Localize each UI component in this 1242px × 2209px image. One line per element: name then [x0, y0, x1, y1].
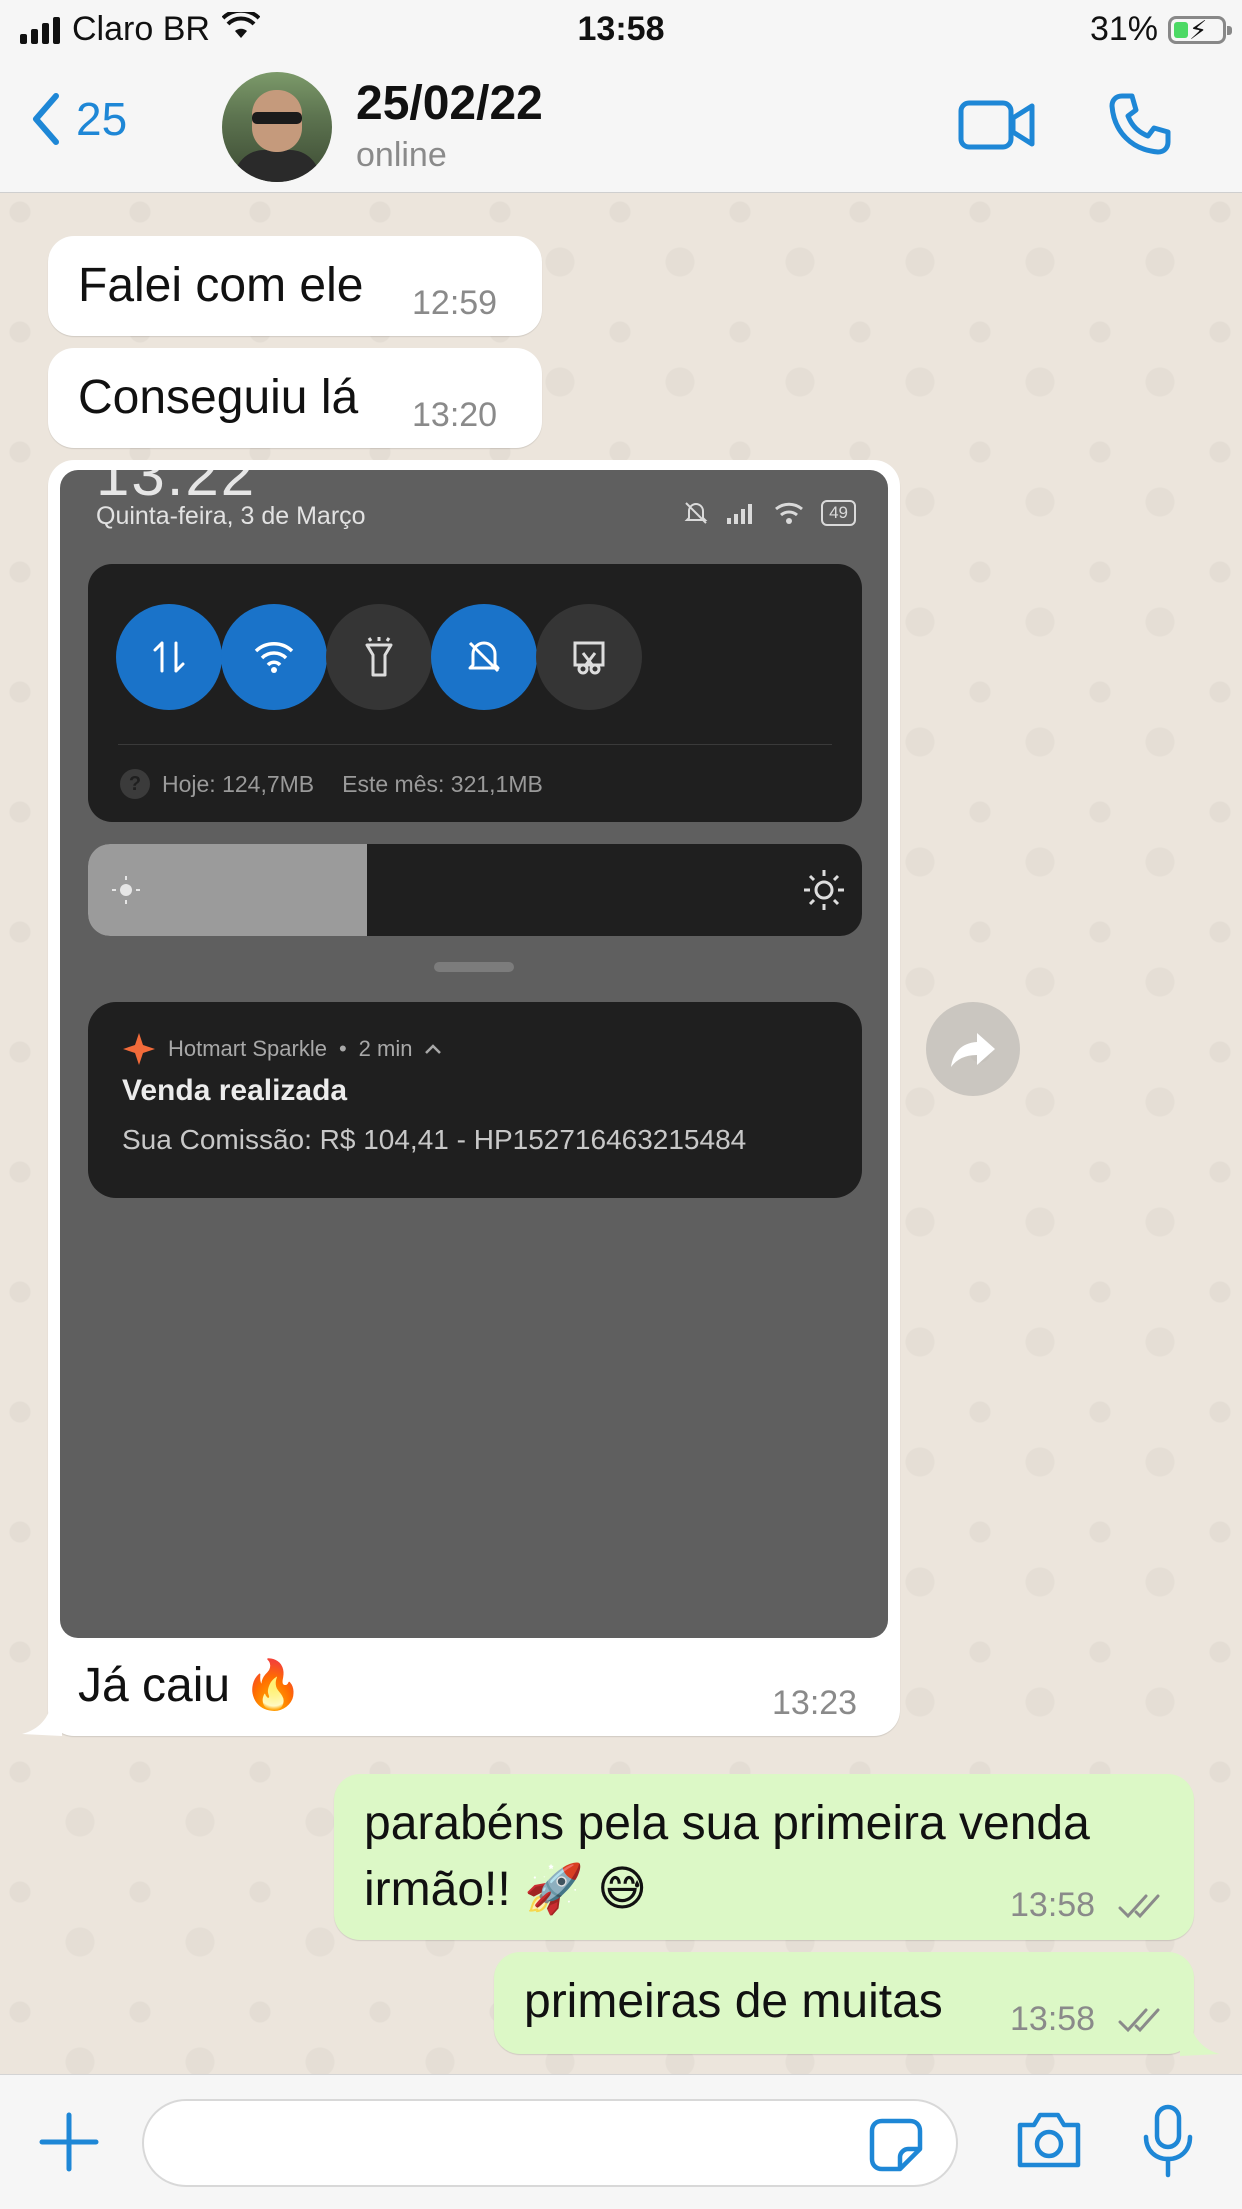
notification-app-name: Hotmart Sparkle [168, 1036, 327, 1061]
wifi-toggle[interactable] [221, 604, 327, 710]
double-check-icon [1118, 1894, 1160, 1919]
forward-icon [951, 1033, 995, 1067]
message-time: 12:59 [412, 284, 498, 322]
brightness-low-icon [112, 876, 140, 904]
message-input[interactable] [142, 2099, 958, 2187]
status-bar-right: 31% ⚡ [1089, 10, 1232, 49]
wifi-icon [254, 642, 294, 673]
brightness-slider[interactable] [88, 844, 862, 936]
message-bubble-outgoing[interactable]: parabéns pela sua primeira venda irmão!!… [334, 1774, 1194, 1940]
battery-charging-icon: ⚡ [1168, 15, 1232, 45]
chevron-left-icon [33, 93, 59, 145]
notification-card[interactable]: Hotmart Sparkle • 2 min Venda realizada … [88, 1002, 862, 1198]
notification-age: 2 min [358, 1036, 413, 1061]
message-text-line1: parabéns pela sua primeira venda [364, 1797, 1090, 1850]
forward-button[interactable] [926, 1002, 1020, 1096]
sticker-icon[interactable] [868, 2117, 924, 2173]
message-text: primeiras de muitas [524, 1975, 943, 2028]
message-time: 13:58 [1010, 1886, 1096, 1924]
data-today: Hoje: 124,7MB [162, 770, 315, 797]
notification-separator: • [338, 1036, 347, 1061]
phone-call-icon[interactable] [1108, 92, 1172, 156]
status-bar: Claro BR 13:58 31% ⚡ [0, 0, 1242, 62]
data-usage: ? Hoje: 124,7MB Este mês: 321,1MB [120, 769, 543, 799]
back-button[interactable]: 25 [30, 92, 127, 146]
message-bubble-outgoing[interactable]: primeiras de muitas 13:58 [494, 1952, 1194, 2054]
status-time: 13:58 [577, 10, 665, 48]
bell-off-icon [684, 502, 708, 524]
brightness-high-icon [804, 870, 844, 910]
screenshot-date: Quinta-feira, 3 de Março [96, 502, 366, 530]
signal-icon [727, 504, 753, 524]
message-time: 13:58 [1010, 2000, 1096, 2038]
sparkle-icon [123, 1033, 155, 1065]
message-time: 13:23 [772, 1684, 858, 1722]
avatar[interactable] [222, 72, 332, 182]
battery-percent: 31% [1089, 10, 1158, 48]
quick-settings-divider [118, 744, 832, 745]
screenshot-toggle[interactable] [536, 604, 642, 710]
data-month: Este mês: 321,1MB [342, 770, 543, 797]
chevron-up-icon [425, 1044, 442, 1054]
message-input-bar [0, 2074, 1242, 2209]
double-check-icon [1118, 2008, 1160, 2033]
contact-status: online [356, 136, 447, 174]
message-bubble-incoming[interactable]: Falei com ele 12:59 [48, 236, 542, 336]
image-caption: Já caiu 🔥 [78, 1659, 304, 1712]
bubble-tail [22, 1700, 62, 1736]
video-call-icon[interactable] [958, 98, 1036, 152]
message-text: Falei com ele [78, 259, 364, 312]
message-time: 13:20 [412, 396, 498, 434]
wifi-icon [775, 502, 804, 524]
message-bubble-incoming[interactable]: Conseguiu lá 13:20 [48, 348, 542, 448]
message-text-line2: irmão!! 🚀 😅 [364, 1863, 648, 1916]
screenshot-battery: 49 [821, 500, 856, 526]
bell-off-icon [468, 641, 500, 673]
chat-header: 25 25/02/22 online [0, 62, 1242, 193]
notification-body: Sua Comissão: R$ 104,41 - HP152716463215… [122, 1124, 747, 1155]
flashlight-icon [365, 637, 393, 677]
silent-toggle[interactable] [431, 604, 537, 710]
bubble-tail [1180, 2020, 1220, 2056]
mobile-data-icon [153, 641, 185, 673]
camera-icon[interactable] [1014, 2109, 1084, 2171]
screenshot-status-icons: 49 [683, 500, 856, 526]
flashlight-toggle[interactable] [326, 604, 432, 710]
shared-screenshot-image[interactable]: 13:22 Quinta-feira, 3 de Março 49 ? Hoje… [60, 470, 888, 1638]
help-icon: ? [120, 769, 150, 799]
plus-icon[interactable] [38, 2111, 100, 2173]
contact-name[interactable]: 25/02/22 [356, 76, 543, 131]
mobile-data-toggle[interactable] [116, 604, 222, 710]
microphone-icon[interactable] [1140, 2103, 1196, 2179]
unread-count: 25 [76, 93, 128, 145]
panel-handle[interactable] [434, 962, 514, 972]
quick-settings-panel: ? Hoje: 124,7MB Este mês: 321,1MB [88, 564, 862, 822]
notification-title: Venda realizada [122, 1074, 348, 1107]
notification-app-row: Hotmart Sparkle • 2 min [122, 1032, 442, 1066]
message-text: Conseguiu lá [78, 371, 359, 424]
screenshot-icon [573, 641, 605, 675]
